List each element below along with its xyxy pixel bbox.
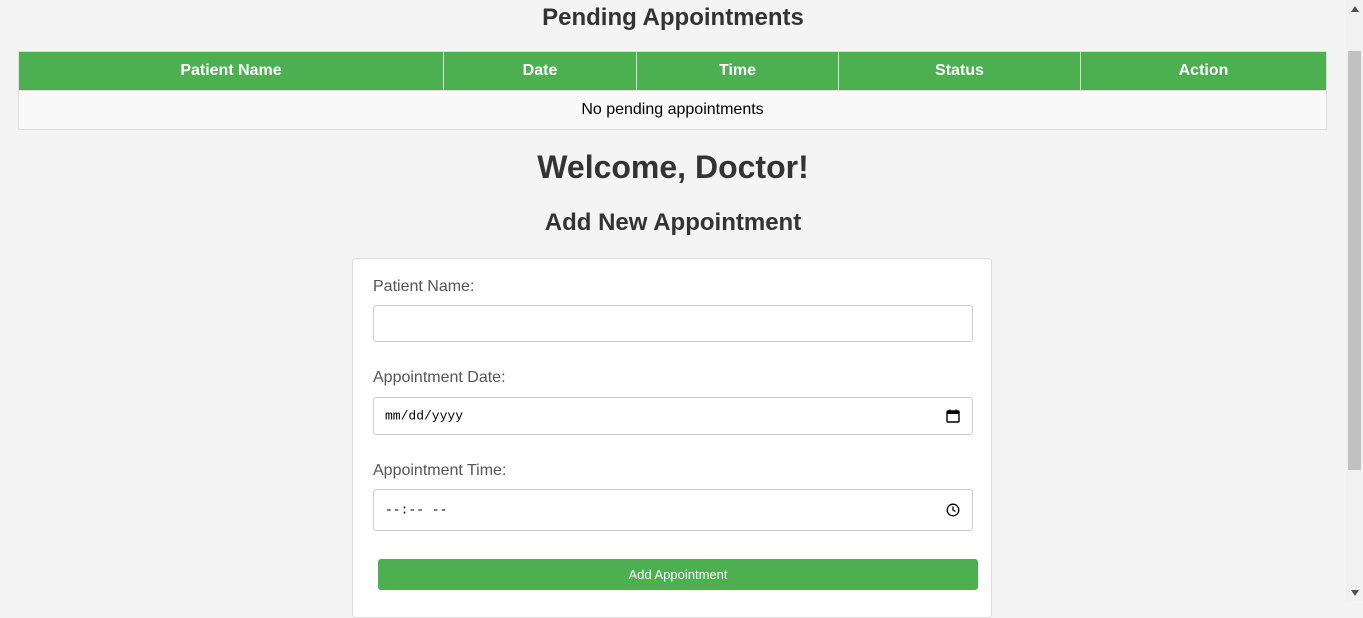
add-appointment-button[interactable]: Add Appointment	[378, 559, 978, 590]
table-row: No pending appointments	[18, 90, 1327, 130]
table-header-row: Patient Name Date Time Status Action	[18, 51, 1327, 91]
time-placeholder: --:-- --	[385, 502, 448, 518]
date-placeholder: mm/dd/yyyy	[385, 408, 464, 424]
vertical-scrollbar[interactable]	[1346, 0, 1363, 601]
scroll-down-arrow-icon[interactable]	[1346, 584, 1363, 601]
add-appointment-form: Patient Name: Appointment Date: mm/dd/yy…	[352, 258, 992, 618]
pending-appointments-table: Patient Name Date Time Status Action No …	[18, 51, 1327, 130]
scrollbar-thumb[interactable]	[1348, 51, 1361, 470]
column-header-action: Action	[1080, 51, 1327, 91]
column-header-time: Time	[636, 51, 839, 91]
appointment-time-label: Appointment Time:	[373, 462, 507, 479]
appointment-date-label: Appointment Date:	[373, 369, 506, 386]
welcome-heading: Welcome, Doctor!	[537, 149, 809, 185]
appointment-date-input[interactable]: mm/dd/yyyy	[373, 397, 973, 435]
clock-icon[interactable]	[946, 503, 960, 517]
appointment-time-input[interactable]: --:-- --	[373, 489, 973, 531]
add-appointment-title: Add New Appointment	[544, 209, 802, 236]
column-header-date: Date	[443, 51, 637, 91]
empty-table-message: No pending appointments	[18, 90, 1327, 130]
page: Pending Appointments Patient Name Date T…	[0, 0, 1346, 618]
patient-name-input[interactable]	[373, 305, 973, 342]
scroll-up-arrow-icon[interactable]	[1346, 0, 1363, 17]
column-header-status: Status	[838, 51, 1081, 91]
pending-appointments-title: Pending Appointments	[542, 4, 804, 31]
column-header-patient-name: Patient Name	[18, 51, 444, 91]
calendar-icon[interactable]	[946, 409, 960, 423]
patient-name-label: Patient Name:	[373, 278, 475, 295]
